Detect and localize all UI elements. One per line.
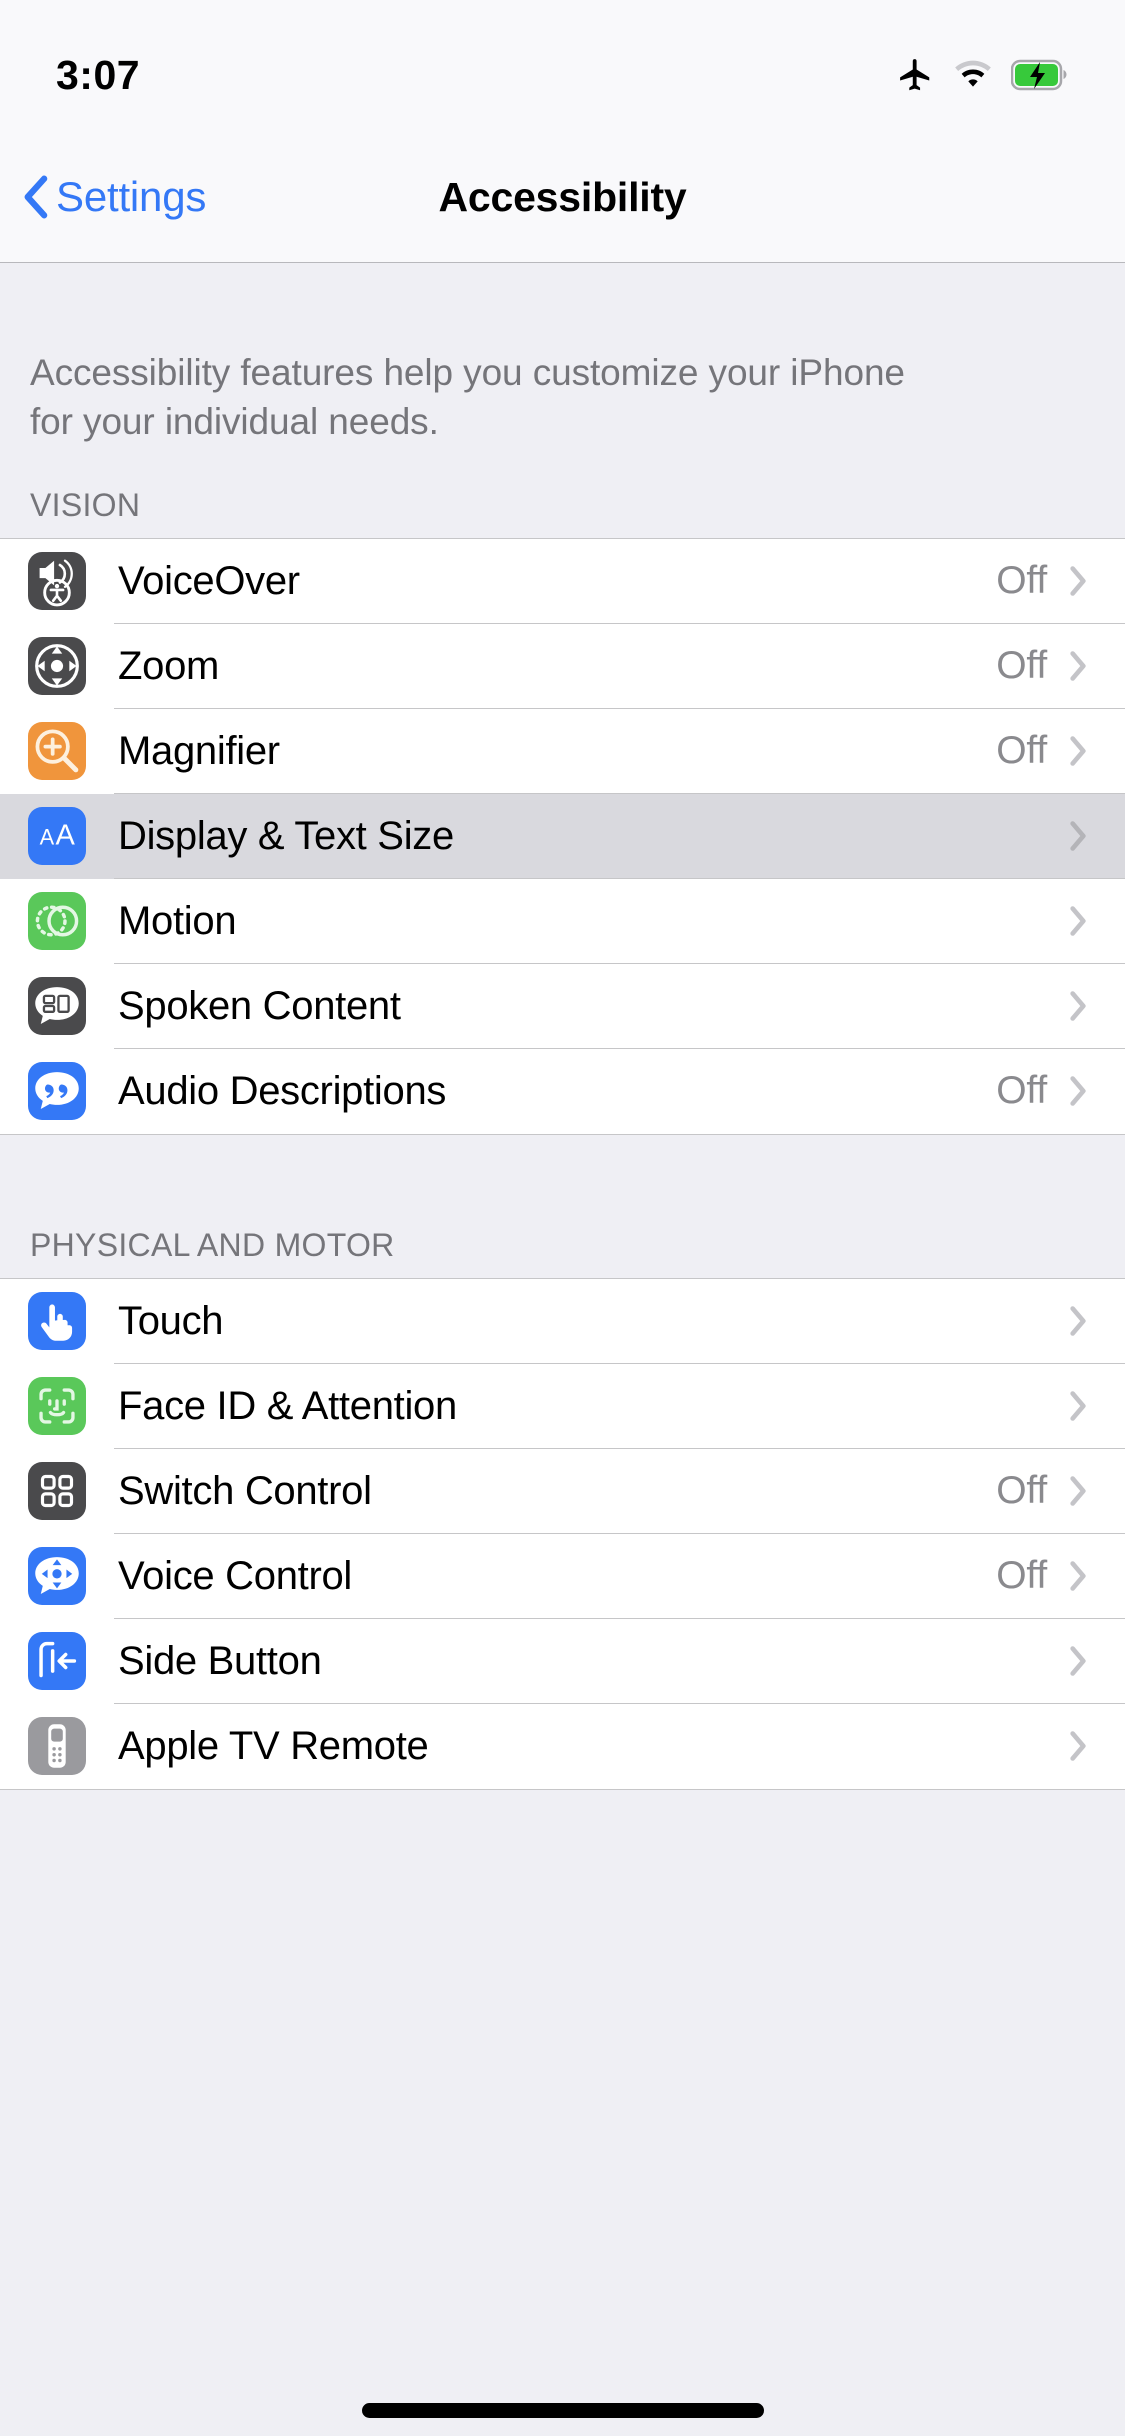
chevron-right-icon [1069,565,1087,597]
row-label: Apple TV Remote [118,1723,429,1768]
row-spoken-content[interactable]: Spoken Content [0,963,1125,1049]
row-label: Switch Control [118,1468,372,1513]
row-touch[interactable]: Touch [0,1278,1125,1364]
audio-descriptions-icon [28,1062,86,1121]
status-bar: 3:07 [0,0,1125,132]
row-value: Off [996,1554,1047,1598]
row-label: Zoom [118,643,220,688]
voiceover-icon [28,552,86,611]
chevron-right-icon [1069,1645,1087,1677]
intro-line-1: Accessibility features help you customiz… [30,352,905,393]
iphone-screen: 3:07 Settings Accessibility Accessibilit… [0,0,1125,2436]
apple-tv-remote-icon [28,1717,86,1776]
chevron-right-icon [1069,1730,1087,1762]
row-voiceover[interactable]: VoiceOver Off [0,538,1125,624]
row-label: Spoken Content [118,983,401,1028]
airplane-mode-icon [895,56,935,94]
battery-charging-icon [1010,59,1069,91]
row-label: Motion [118,898,237,943]
row-label: Voice Control [118,1553,353,1598]
vision-group: VoiceOver Off Zoom Off Magnifier Off A A… [0,537,1125,1135]
svg-text:A: A [40,825,55,850]
section-header-physical-and-motor: PHYSICAL AND MOTOR [30,1226,395,1263]
settings-scroll-view[interactable]: Accessibility features help you customiz… [0,263,1125,2436]
row-label: Audio Descriptions [118,1068,447,1113]
spoken-content-icon [28,977,86,1036]
row-value: Off [996,1469,1047,1513]
back-button[interactable]: Settings [22,173,206,221]
row-label: Face ID & Attention [118,1383,457,1428]
status-bar-time: 3:07 [56,51,141,98]
motion-icon [28,892,86,951]
voice-control-icon [28,1547,86,1606]
intro-line-2: for your individual needs. [30,400,439,442]
chevron-right-icon [1069,1475,1087,1507]
row-label: Magnifier [118,728,280,773]
home-indicator[interactable] [361,2403,764,2418]
chevron-right-icon [1069,1390,1087,1422]
row-switch-control[interactable]: Switch Control Off [0,1448,1125,1534]
navigation-bar: Settings Accessibility [0,132,1125,263]
row-side-button[interactable]: Side Button [0,1618,1125,1704]
chevron-left-icon [22,175,48,219]
magnifier-icon [28,722,86,781]
switch-control-icon [28,1462,86,1521]
row-face-id-attention[interactable]: Face ID & Attention [0,1363,1125,1449]
face-id-icon [28,1377,86,1436]
chevron-right-icon [1069,1075,1087,1107]
row-voice-control[interactable]: Voice Control Off [0,1533,1125,1619]
status-bar-icons [895,56,1069,94]
intro-description: Accessibility features help you customiz… [0,263,1125,447]
row-value: Off [996,729,1047,773]
row-value: Off [996,559,1047,603]
row-value: Off [996,644,1047,688]
back-button-label: Settings [56,173,207,220]
row-apple-tv-remote[interactable]: Apple TV Remote [0,1703,1125,1789]
chevron-right-icon [1069,1305,1087,1337]
row-display-text-size[interactable]: A A Display & Text Size [0,793,1125,879]
row-audio-descriptions[interactable]: Audio Descriptions Off [0,1048,1125,1134]
wifi-icon [953,58,993,92]
row-label: Display & Text Size [118,813,454,858]
touch-icon [28,1292,86,1351]
row-label: VoiceOver [118,558,300,603]
chevron-right-icon [1069,905,1087,937]
chevron-right-icon [1069,650,1087,682]
svg-text:A: A [56,820,76,852]
display-text-size-icon: A A [28,807,86,866]
side-button-icon [28,1632,86,1691]
chevron-right-icon [1069,1560,1087,1592]
row-label: Touch [118,1298,224,1343]
row-zoom[interactable]: Zoom Off [0,623,1125,709]
section-header-vision: VISION [30,486,141,523]
chevron-right-icon [1069,735,1087,767]
row-label: Side Button [118,1638,322,1683]
row-magnifier[interactable]: Magnifier Off [0,708,1125,794]
chevron-right-icon [1069,820,1087,852]
physical-motor-group: Touch Face ID & Attention Switch Control… [0,1277,1125,1790]
row-value: Off [996,1069,1047,1113]
chevron-right-icon [1069,990,1087,1022]
zoom-icon [28,637,86,696]
row-motion[interactable]: Motion [0,878,1125,964]
